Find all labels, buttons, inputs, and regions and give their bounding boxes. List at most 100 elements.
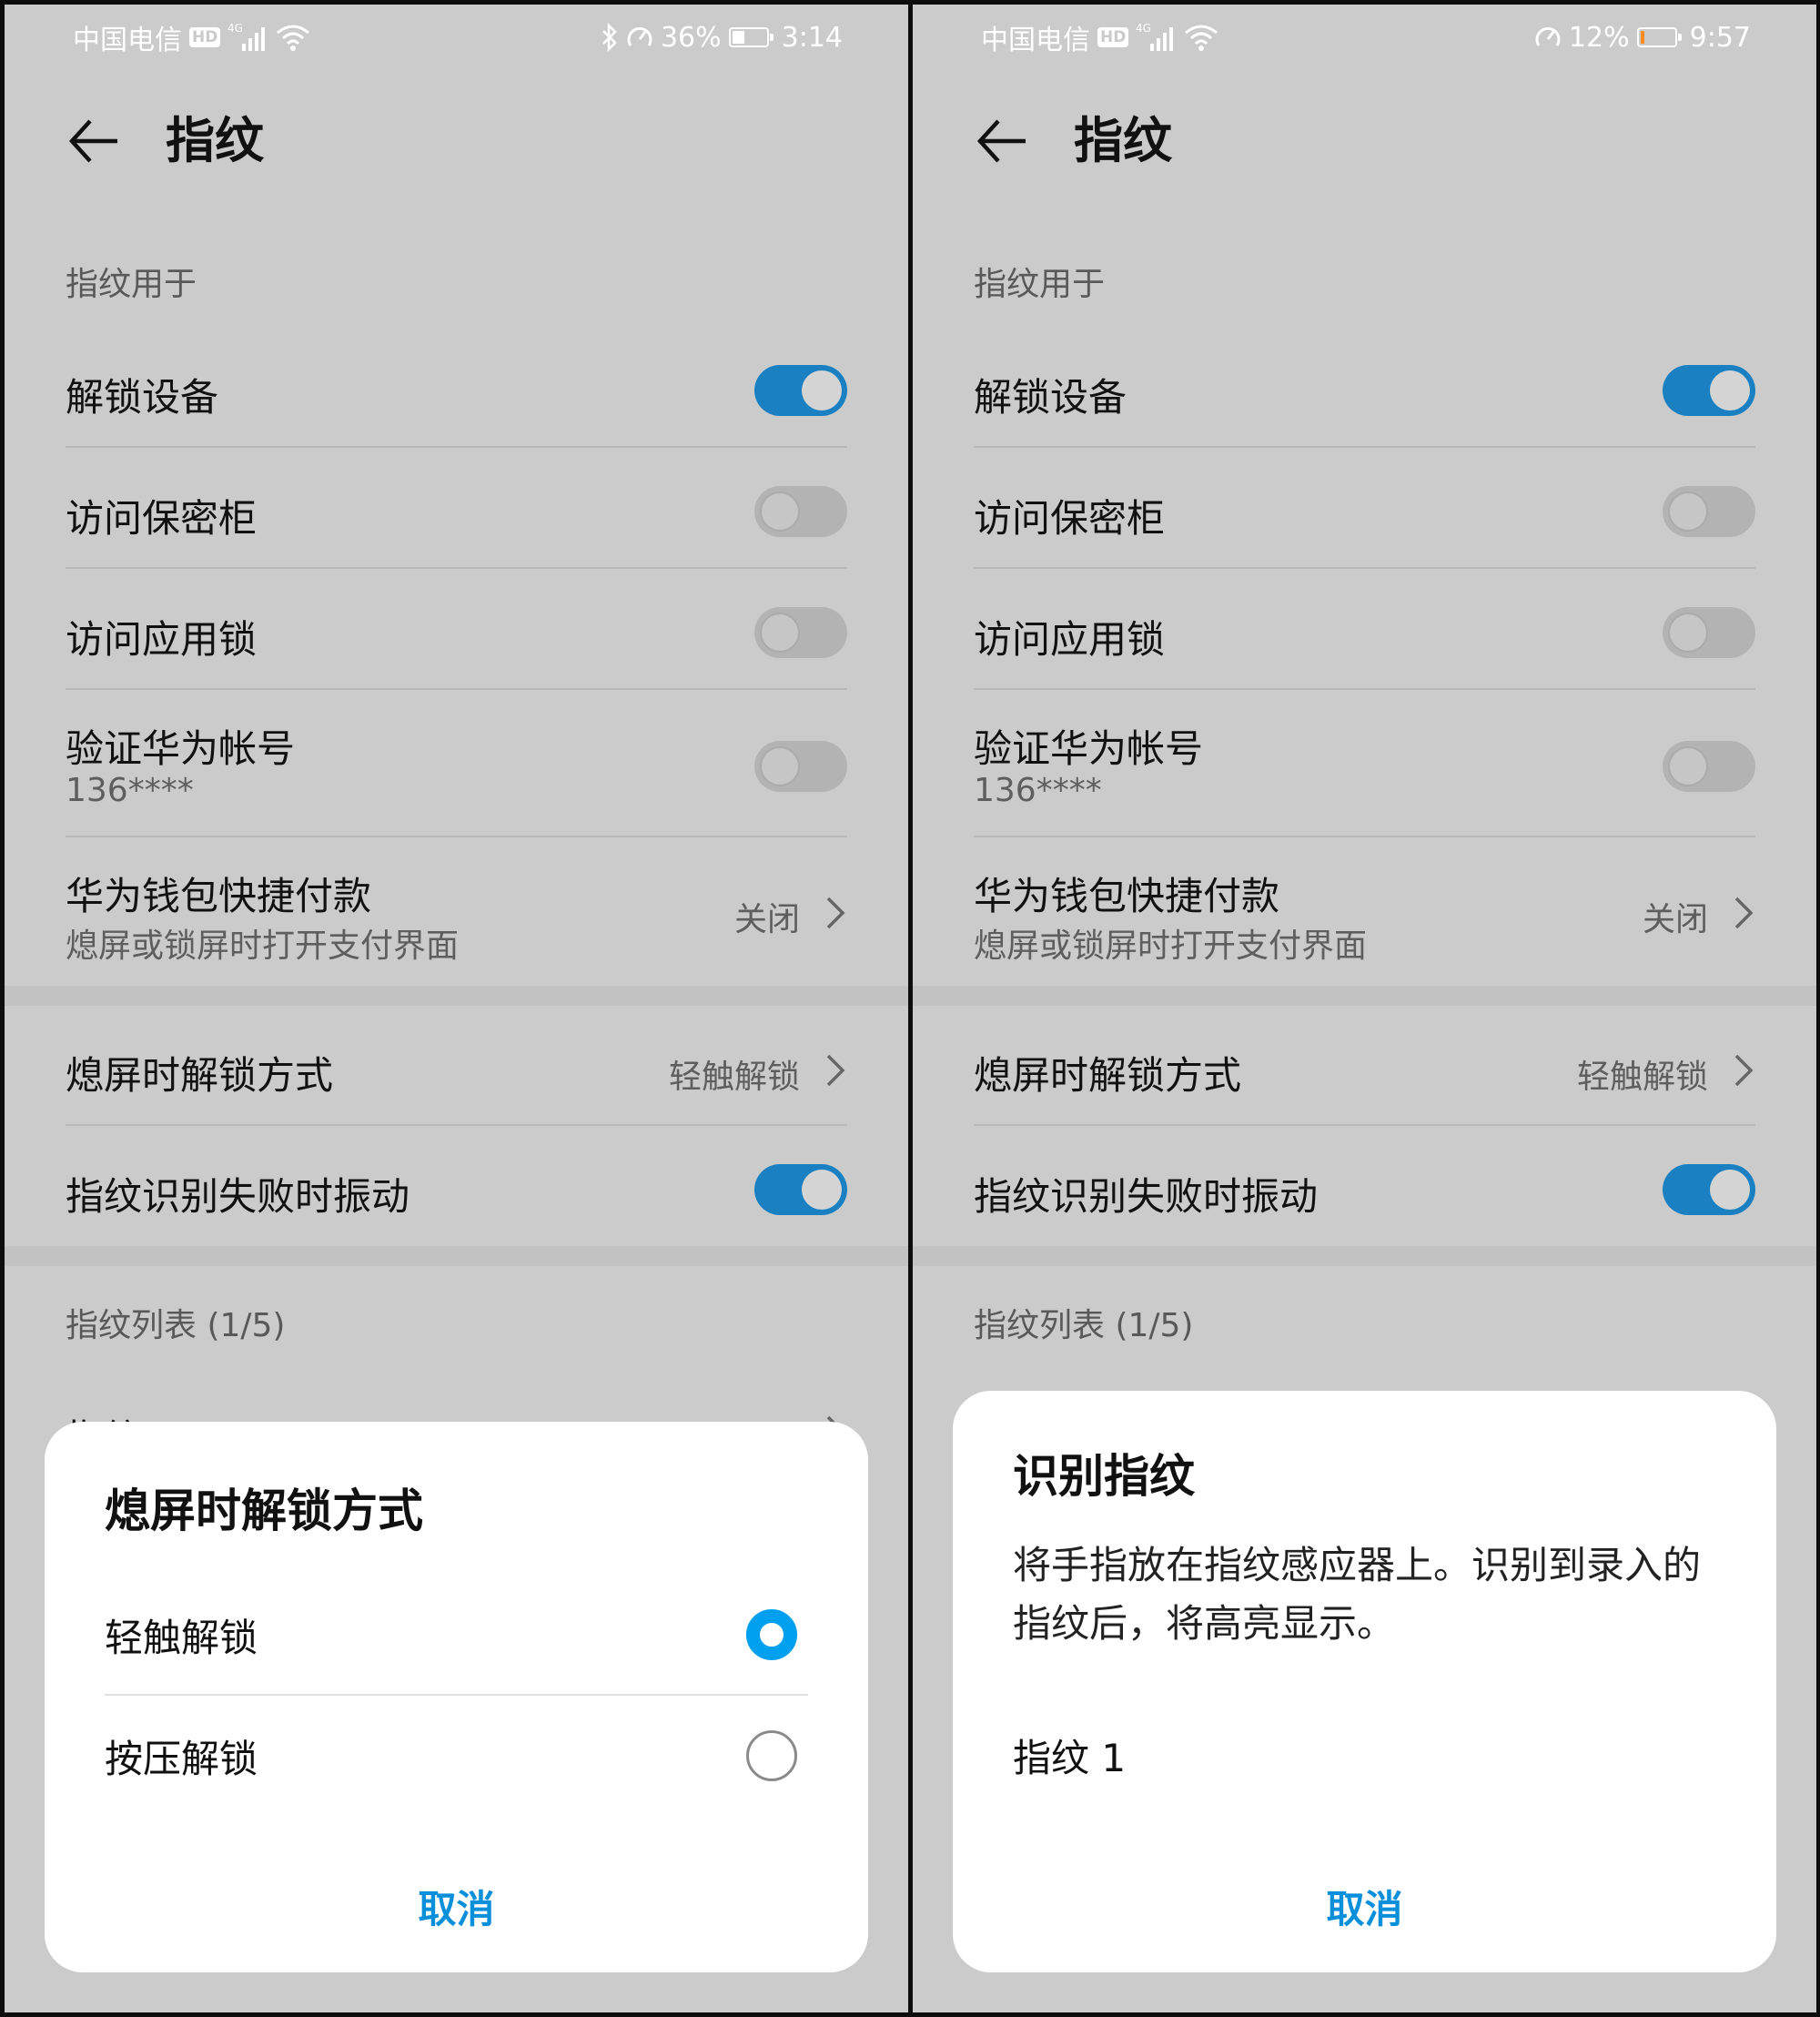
divider bbox=[66, 567, 847, 569]
setting-title: 华为钱包快捷付款 bbox=[974, 874, 1280, 918]
divider bbox=[66, 1124, 847, 1126]
vibrate-toggle[interactable] bbox=[1663, 1164, 1755, 1215]
carrier-label: 中国电信 bbox=[73, 25, 182, 56]
section-gap bbox=[5, 1246, 908, 1266]
fingerprint-item[interactable]: 指纹 1 bbox=[1013, 1728, 1126, 1783]
back-arrow-icon[interactable] bbox=[66, 116, 121, 167]
section-gap bbox=[913, 986, 1816, 1006]
setting-huawei-id[interactable]: 验证华为帐号 136**** bbox=[66, 713, 847, 822]
setting-title: 访问保密柜 bbox=[974, 496, 1166, 541]
setting-title: 验证华为帐号 bbox=[974, 726, 1204, 771]
setting-vibrate[interactable]: 指纹识别失败时振动 bbox=[66, 1161, 847, 1219]
setting-huawei-id[interactable]: 验证华为帐号 136**** bbox=[974, 713, 1755, 822]
cancel-button[interactable]: 取消 bbox=[45, 1879, 868, 1934]
wallet-pay-value: 关闭 bbox=[1642, 901, 1708, 938]
divider bbox=[974, 836, 1755, 837]
unlock-mode-dialog: 熄屏时解锁方式 轻触解锁 按压解锁 取消 bbox=[45, 1422, 868, 1972]
section-label-fingerprint-list: 指纹列表 (1/5) bbox=[974, 1307, 1194, 1344]
section-label-usage: 指纹用于 bbox=[66, 266, 197, 303]
wifi-icon bbox=[277, 25, 310, 51]
unlock-device-toggle[interactable] bbox=[754, 365, 847, 416]
setting-app-lock[interactable]: 访问应用锁 bbox=[974, 603, 1755, 662]
wifi-icon bbox=[1185, 25, 1218, 51]
option-press-unlock[interactable]: 按压解锁 bbox=[105, 1696, 808, 1816]
battery-percent: 36% bbox=[660, 21, 722, 54]
account-number: 136**** bbox=[66, 772, 194, 809]
battery-icon bbox=[728, 27, 774, 47]
bluetooth-icon bbox=[602, 23, 617, 52]
vibrate-toggle[interactable] bbox=[754, 1164, 847, 1215]
app-header: 指纹 bbox=[913, 105, 1816, 177]
speedometer-icon bbox=[627, 26, 652, 46]
chevron-right-icon bbox=[826, 897, 845, 929]
signal-icon: 4G bbox=[228, 22, 266, 51]
divider bbox=[66, 688, 847, 690]
signal-icon: 4G bbox=[1136, 22, 1174, 51]
status-bar: 中国电信 HD 4G 36% 3:14 bbox=[5, 5, 908, 68]
setting-unlock-device[interactable]: 解锁设备 bbox=[974, 361, 1755, 420]
huawei-id-toggle[interactable] bbox=[754, 741, 847, 792]
option-label: 按压解锁 bbox=[105, 1737, 258, 1781]
setting-wallet-pay[interactable]: 华为钱包快捷付款 熄屏或锁屏时打开支付界面 关闭 bbox=[974, 860, 1755, 969]
setting-vibrate[interactable]: 指纹识别失败时振动 bbox=[974, 1161, 1755, 1219]
battery-percent: 12% bbox=[1568, 21, 1630, 54]
setting-title: 验证华为帐号 bbox=[66, 726, 296, 771]
section-label-fingerprint-list: 指纹列表 (1/5) bbox=[66, 1307, 286, 1344]
battery-icon bbox=[1636, 27, 1682, 47]
huawei-id-toggle[interactable] bbox=[1663, 741, 1755, 792]
cancel-button[interactable]: 取消 bbox=[953, 1879, 1776, 1934]
app-header: 指纹 bbox=[5, 105, 908, 177]
divider bbox=[66, 836, 847, 837]
setting-safe-access[interactable]: 访问保密柜 bbox=[974, 482, 1755, 541]
setting-subtitle: 熄屏或锁屏时打开支付界面 bbox=[66, 927, 460, 965]
radio-unselected-icon[interactable] bbox=[746, 1730, 797, 1781]
network-type-label: 4G bbox=[1136, 22, 1151, 35]
setting-title: 访问应用锁 bbox=[974, 617, 1166, 662]
unlock-device-toggle[interactable] bbox=[1663, 365, 1755, 416]
hd-badge: HD bbox=[189, 27, 221, 47]
carrier-label: 中国电信 bbox=[981, 25, 1090, 56]
back-arrow-icon[interactable] bbox=[975, 116, 1029, 167]
clock: 9:57 bbox=[1689, 21, 1751, 54]
left-phone-screen: 中国电信 HD 4G 36% 3:14 指纹 指纹用于 解锁设备 访问保密柜 访… bbox=[5, 5, 908, 2012]
identify-fingerprint-dialog: 识别指纹 将手指放在指纹感应器上。识别到录入的指纹后，将高亮显示。 指纹 1 取… bbox=[953, 1391, 1776, 1972]
status-bar: 中国电信 HD 4G 12% 9:57 bbox=[913, 5, 1816, 68]
setting-unlock-device[interactable]: 解锁设备 bbox=[66, 361, 847, 420]
section-gap bbox=[913, 1246, 1816, 1266]
setting-title: 熄屏时解锁方式 bbox=[66, 1053, 334, 1098]
safe-access-toggle[interactable] bbox=[1663, 486, 1755, 537]
page-title: 指纹 bbox=[1074, 112, 1172, 169]
account-number: 136**** bbox=[974, 772, 1102, 809]
safe-access-toggle[interactable] bbox=[754, 486, 847, 537]
right-phone-screen: 中国电信 HD 4G 12% 9:57 指纹 指纹用于 解锁设备 访问保密柜 访… bbox=[913, 5, 1816, 2012]
setting-wallet-pay[interactable]: 华为钱包快捷付款 熄屏或锁屏时打开支付界面 关闭 bbox=[66, 860, 847, 969]
divider bbox=[66, 446, 847, 448]
setting-unlock-mode[interactable]: 熄屏时解锁方式 轻触解锁 bbox=[974, 1039, 1755, 1098]
option-tap-unlock[interactable]: 轻触解锁 bbox=[105, 1575, 808, 1695]
option-label: 轻触解锁 bbox=[105, 1616, 258, 1660]
wallet-pay-value: 关闭 bbox=[733, 901, 800, 938]
radio-selected-icon[interactable] bbox=[746, 1609, 797, 1660]
app-lock-toggle[interactable] bbox=[754, 607, 847, 658]
clock: 3:14 bbox=[781, 21, 843, 54]
network-type-label: 4G bbox=[228, 22, 243, 35]
setting-title: 熄屏时解锁方式 bbox=[974, 1053, 1242, 1098]
divider bbox=[974, 688, 1755, 690]
setting-title: 指纹识别失败时振动 bbox=[66, 1174, 410, 1219]
unlock-mode-value: 轻触解锁 bbox=[668, 1059, 800, 1096]
speedometer-icon bbox=[1535, 26, 1561, 46]
setting-title: 访问保密柜 bbox=[66, 496, 258, 541]
hd-badge: HD bbox=[1097, 27, 1129, 47]
setting-unlock-mode[interactable]: 熄屏时解锁方式 轻触解锁 bbox=[66, 1039, 847, 1098]
comparison-stage: 中国电信 HD 4G 36% 3:14 指纹 指纹用于 解锁设备 访问保密柜 访… bbox=[0, 0, 1820, 2017]
setting-subtitle: 熄屏或锁屏时打开支付界面 bbox=[974, 927, 1368, 965]
divider bbox=[974, 1124, 1755, 1126]
dialog-title: 熄屏时解锁方式 bbox=[105, 1485, 423, 1537]
setting-title: 解锁设备 bbox=[66, 375, 219, 420]
setting-safe-access[interactable]: 访问保密柜 bbox=[66, 482, 847, 541]
setting-app-lock[interactable]: 访问应用锁 bbox=[66, 603, 847, 662]
page-title: 指纹 bbox=[166, 112, 264, 169]
setting-title: 华为钱包快捷付款 bbox=[66, 874, 372, 918]
app-lock-toggle[interactable] bbox=[1663, 607, 1755, 658]
divider bbox=[974, 446, 1755, 448]
